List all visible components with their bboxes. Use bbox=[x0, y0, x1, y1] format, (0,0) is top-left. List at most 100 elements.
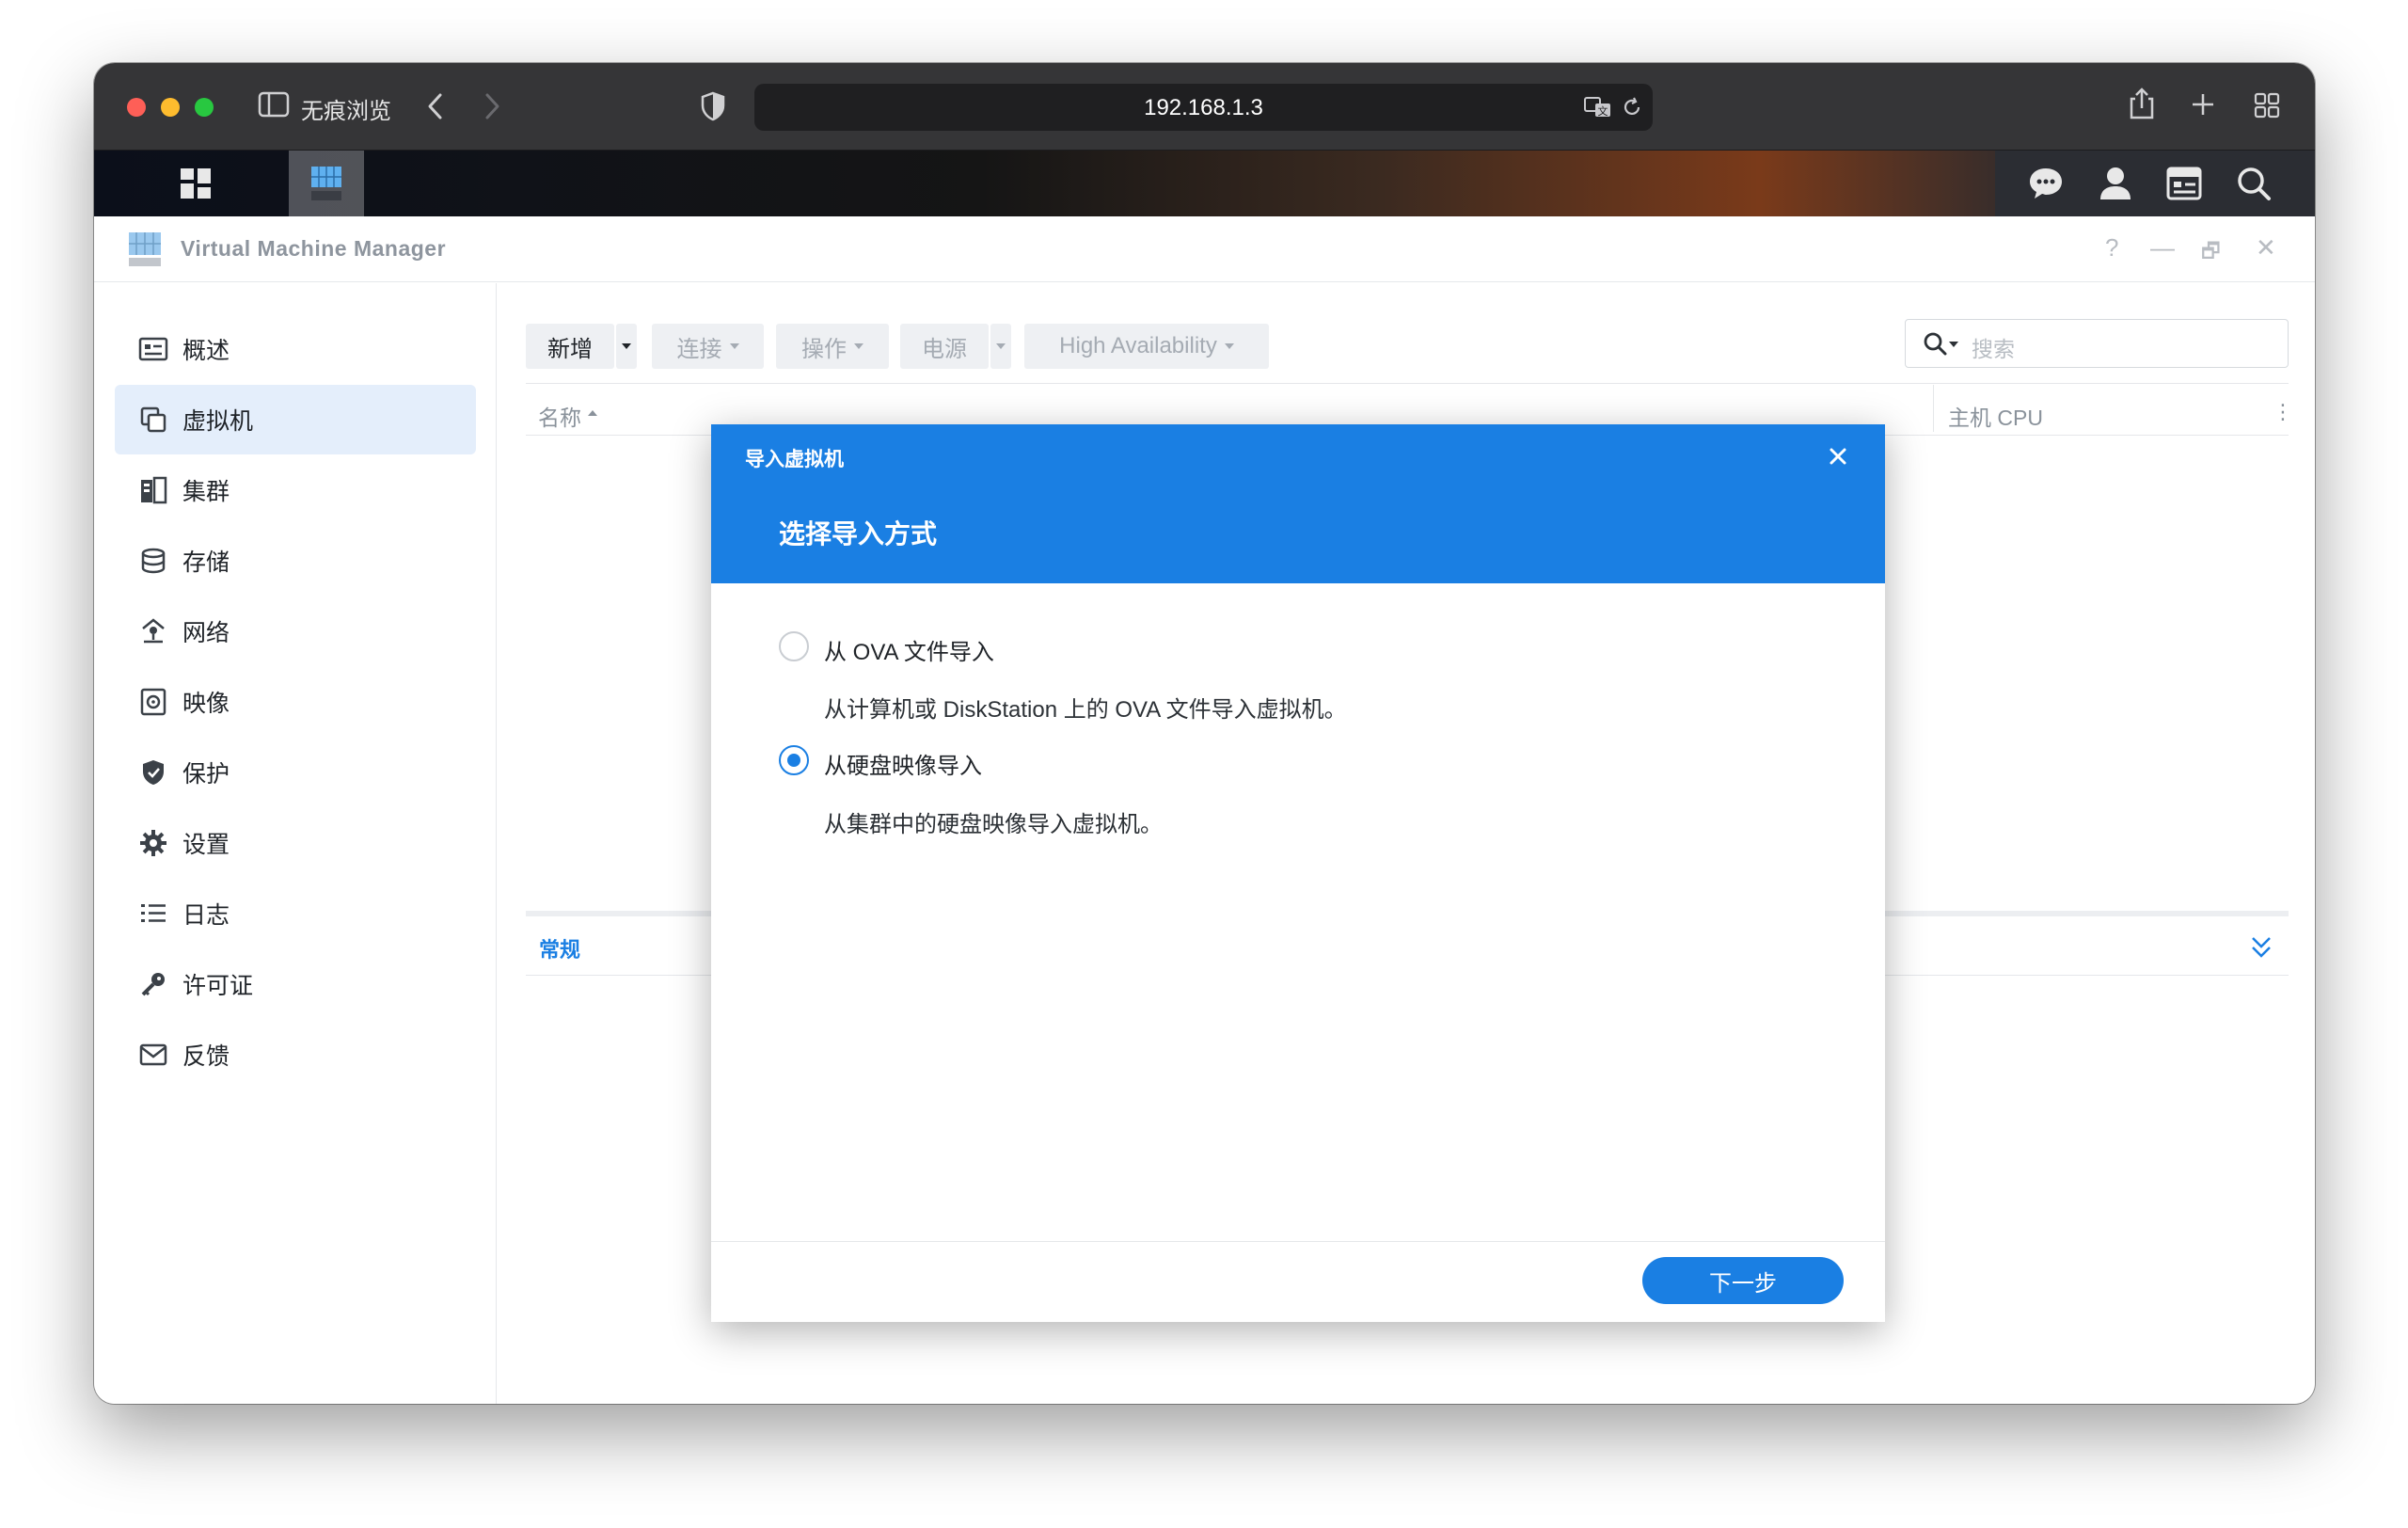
url-text: 192.168.1.3 bbox=[1144, 95, 1263, 120]
user-icon[interactable] bbox=[2099, 166, 2132, 201]
option-ova-label[interactable]: 从 OVA 文件导入 bbox=[824, 633, 994, 666]
radio-import-ova[interactable] bbox=[779, 631, 809, 661]
tab-general[interactable]: 常规 bbox=[539, 933, 580, 963]
power-button-label: 电源 bbox=[922, 336, 967, 362]
tab-overview-icon[interactable] bbox=[2254, 92, 2280, 119]
next-button[interactable]: 下一步 bbox=[1642, 1257, 1844, 1304]
vmm-taskbar-button[interactable] bbox=[289, 151, 364, 216]
log-list-icon bbox=[137, 898, 169, 930]
caret-down-icon bbox=[996, 343, 1006, 349]
vmm-title-icon bbox=[129, 232, 161, 266]
option-ova-description: 从计算机或 DiskStation 上的 OVA 文件导入虚拟机。 bbox=[824, 697, 1347, 723]
restore-button[interactable]: 🗗 bbox=[2201, 235, 2221, 271]
vmm-app-icon bbox=[311, 167, 341, 200]
sidebar-item-storage[interactable]: 存储 bbox=[115, 526, 476, 596]
sidebar-item-feedback[interactable]: 反馈 bbox=[115, 1020, 476, 1090]
browser-toolbar: 无痕浏览 192.168.1.3 文 bbox=[94, 63, 2315, 151]
minimize-window-button[interactable] bbox=[161, 98, 180, 117]
caret-down-icon bbox=[622, 343, 631, 349]
sidebar-item-label: 日志 bbox=[182, 902, 230, 929]
image-icon bbox=[137, 686, 169, 718]
dialog-caption: 导入虚拟机 bbox=[745, 449, 844, 470]
sidebar-item-label: 许可证 bbox=[182, 973, 254, 999]
column-header-host-cpu[interactable]: 主机 CPU bbox=[1948, 400, 2043, 432]
privacy-shield-icon[interactable] bbox=[700, 91, 726, 121]
action-button-label: 操作 bbox=[801, 336, 847, 362]
caret-down-icon[interactable] bbox=[1949, 342, 1958, 347]
search-icon[interactable] bbox=[2236, 166, 2272, 201]
sidebar-item-label: 保护 bbox=[182, 761, 230, 788]
sidebar-item-label: 设置 bbox=[182, 832, 230, 858]
dialog-header: 导入虚拟机 选择导入方式 bbox=[711, 424, 1885, 583]
help-button[interactable]: ? bbox=[2105, 233, 2118, 263]
svg-text:文: 文 bbox=[1598, 104, 1608, 118]
sidebar-item-label: 虚拟机 bbox=[182, 408, 254, 435]
high-availability-label: High Availability bbox=[1059, 333, 1217, 358]
translate-icon[interactable]: 文 bbox=[1583, 95, 1613, 119]
new-button-label: 新增 bbox=[547, 336, 593, 362]
new-tab-icon[interactable] bbox=[2190, 91, 2216, 118]
virtual-machine-icon bbox=[137, 404, 169, 436]
sidebar-item-license[interactable]: 许可证 bbox=[115, 949, 476, 1019]
private-browsing-label: 无痕浏览 bbox=[301, 99, 391, 124]
close-app-button[interactable]: ✕ bbox=[2256, 233, 2276, 263]
sidebar-item-label: 反馈 bbox=[182, 1043, 230, 1070]
connect-button[interactable]: 连接 bbox=[652, 324, 764, 369]
overview-icon bbox=[137, 333, 169, 365]
sidebar-item-label: 集群 bbox=[182, 479, 230, 505]
close-window-button[interactable] bbox=[127, 98, 146, 117]
search-icon bbox=[1924, 332, 1947, 356]
zoom-window-button[interactable] bbox=[195, 98, 214, 117]
power-button[interactable]: 电源 bbox=[900, 324, 989, 369]
main-menu-button[interactable] bbox=[156, 151, 235, 216]
widgets-icon[interactable] bbox=[2166, 167, 2202, 200]
column-options-icon[interactable]: ⋮ bbox=[2273, 400, 2293, 424]
caret-down-icon bbox=[729, 343, 739, 349]
reload-icon[interactable] bbox=[1621, 96, 1643, 119]
sidebar-item-log[interactable]: 日志 bbox=[115, 879, 476, 948]
option-disk-image-description: 从集群中的硬盘映像导入虚拟机。 bbox=[824, 812, 1163, 837]
sidebar-item-virtual-machine[interactable]: 虚拟机 bbox=[115, 385, 476, 454]
sidebar-item-label: 概述 bbox=[182, 338, 230, 364]
main-menu-icon bbox=[181, 168, 211, 199]
sidebar-item-cluster[interactable]: 集群 bbox=[115, 455, 476, 525]
sidebar-item-overview[interactable]: 概述 bbox=[115, 314, 476, 384]
close-icon[interactable] bbox=[1825, 443, 1851, 470]
search-input[interactable]: 搜索 bbox=[1905, 319, 2289, 368]
next-button-label: 下一步 bbox=[1709, 1270, 1777, 1297]
cluster-icon bbox=[137, 474, 169, 506]
share-icon[interactable] bbox=[2128, 86, 2156, 121]
sidebar-item-settings[interactable]: 设置 bbox=[115, 808, 476, 878]
address-bar[interactable]: 192.168.1.3 文 bbox=[754, 84, 1653, 131]
settings-gear-icon bbox=[137, 827, 169, 859]
sidebar-toggle-icon[interactable] bbox=[258, 91, 290, 118]
caret-down-icon bbox=[1224, 343, 1234, 349]
chat-icon[interactable] bbox=[2027, 166, 2065, 201]
new-button[interactable]: 新增 bbox=[526, 324, 614, 369]
column-header-name[interactable]: 名称 bbox=[538, 400, 581, 432]
sidebar-item-label: 存储 bbox=[182, 549, 230, 576]
sort-ascending-icon bbox=[588, 410, 597, 416]
sidebar-item-protection[interactable]: 保护 bbox=[115, 738, 476, 807]
high-availability-button[interactable]: High Availability bbox=[1024, 324, 1269, 369]
sidebar: 概述 虚拟机 集群 存储 网络 映像 保护 设置 日志 许可证 反馈 bbox=[94, 283, 497, 1404]
sidebar-item-label: 网络 bbox=[182, 620, 230, 646]
minimize-button[interactable]: — bbox=[2150, 233, 2175, 263]
dsm-taskbar bbox=[94, 151, 2315, 216]
back-icon[interactable] bbox=[425, 91, 446, 121]
new-dropdown-button[interactable] bbox=[616, 324, 637, 369]
dialog-footer-divider bbox=[711, 1241, 1885, 1242]
sidebar-item-network[interactable]: 网络 bbox=[115, 597, 476, 666]
collapse-panel-icon[interactable] bbox=[2249, 934, 2273, 961]
option-disk-image-label[interactable]: 从硬盘映像导入 bbox=[824, 747, 982, 780]
feedback-mail-icon bbox=[137, 1039, 169, 1071]
power-dropdown-button[interactable] bbox=[990, 324, 1011, 369]
dialog-title: 选择导入方式 bbox=[779, 519, 938, 549]
protection-icon bbox=[137, 756, 169, 788]
sidebar-item-image[interactable]: 映像 bbox=[115, 667, 476, 737]
action-button[interactable]: 操作 bbox=[776, 324, 889, 369]
dsm-tray bbox=[1995, 151, 2315, 216]
radio-import-disk-image[interactable] bbox=[779, 745, 809, 775]
forward-icon[interactable] bbox=[482, 91, 502, 121]
search-placeholder: 搜索 bbox=[1972, 337, 2015, 361]
